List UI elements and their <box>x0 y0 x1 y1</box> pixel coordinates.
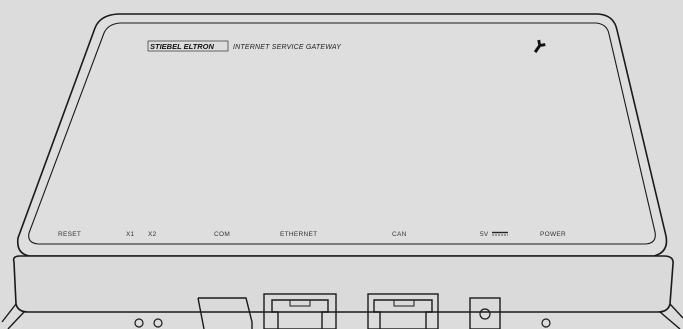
label-power: POWER <box>540 231 566 238</box>
label-can: CAN <box>392 231 407 238</box>
label-x1: X1 <box>126 231 135 238</box>
device-subtitle: INTERNET SERVICE GATEWAY <box>233 44 342 51</box>
label-reset: RESET <box>58 231 81 238</box>
label-ethernet: ETHERNET <box>280 231 317 238</box>
device-top-outline <box>16 13 668 257</box>
label-x2: X2 <box>148 231 157 238</box>
label-com: COM <box>214 231 230 238</box>
label-5v: 5V <box>480 231 489 238</box>
device-front-face <box>12 255 674 313</box>
brand-logo-text: STIEBEL ELTRON <box>150 42 214 51</box>
gateway-device-illustration: STIEBEL ELTRON INTERNET SERVICE GATEWAY … <box>0 0 683 329</box>
